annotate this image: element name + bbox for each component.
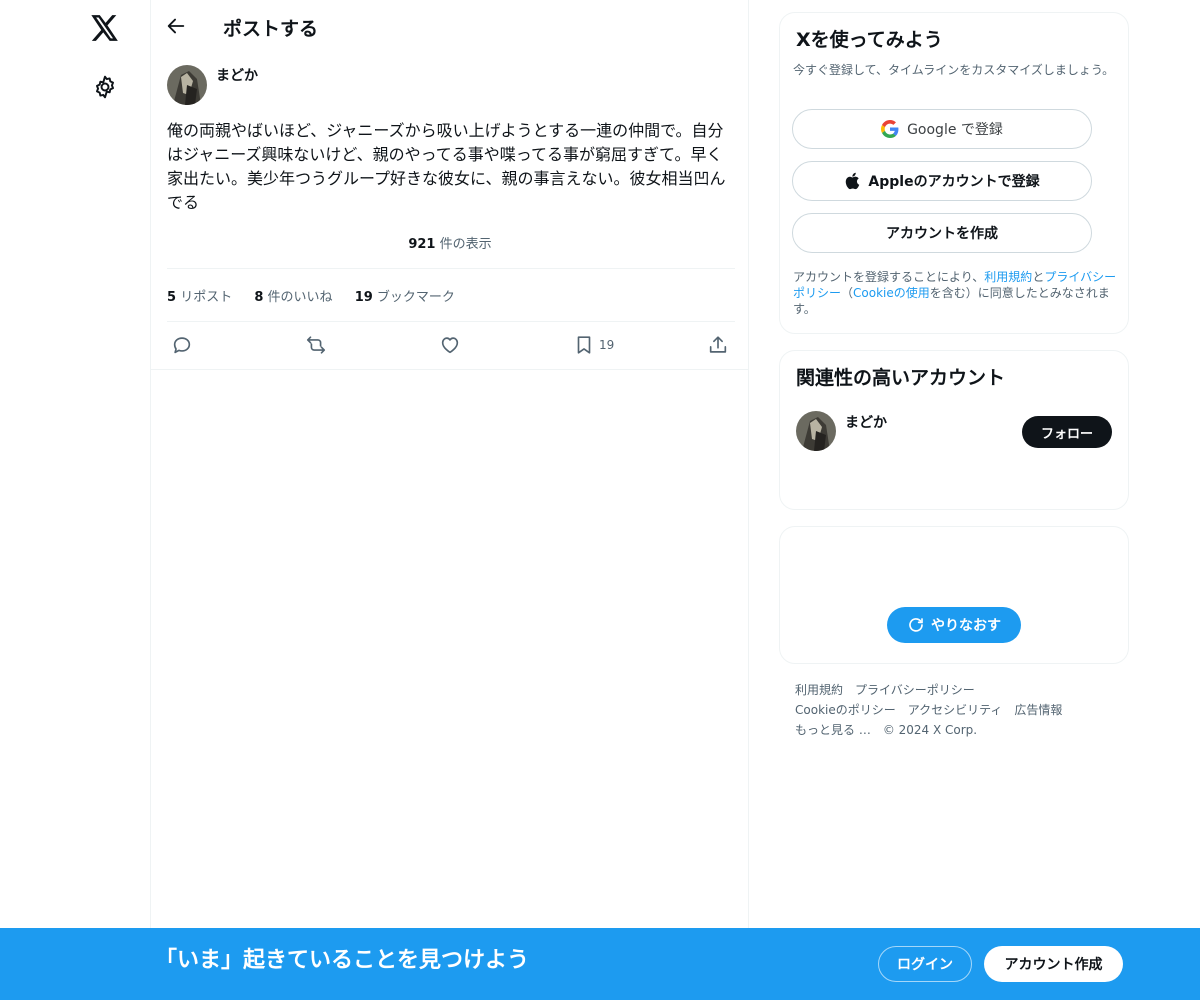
divider (167, 321, 735, 322)
retry-button[interactable]: やりなおす (887, 607, 1021, 643)
bookmark-action-count: 19 (599, 338, 615, 352)
arrow-left-icon[interactable] (165, 15, 189, 39)
footer-cookie-link[interactable]: Cookieのポリシー (795, 703, 896, 717)
repost-button[interactable] (305, 333, 327, 357)
google-signup-label: Google で登録 (907, 122, 1003, 138)
related-account-name[interactable]: まどか (845, 412, 887, 432)
avatar[interactable] (167, 65, 207, 105)
repost-label: リポスト (180, 290, 233, 305)
banner-text: 「いま」起きていることを見つけよう (155, 948, 530, 973)
view-count-label: 件の表示 (439, 237, 492, 252)
refresh-icon (909, 618, 923, 632)
gear-icon[interactable] (92, 74, 118, 100)
like-label: 件のいいね (267, 290, 333, 305)
apple-icon (846, 172, 860, 190)
repost-stat[interactable]: 5 リポスト (167, 290, 232, 305)
legal-text: （ (841, 286, 854, 300)
signup-button[interactable]: アカウント作成 (984, 946, 1123, 982)
bookmark-count: 19 (354, 290, 373, 305)
retry-label: やりなおす (931, 618, 1001, 634)
footer-accessibility-link[interactable]: アクセシビリティ (908, 703, 1003, 717)
repost-count: 5 (167, 290, 177, 305)
page-header: ポストする (151, 0, 749, 53)
page-title: ポストする (223, 18, 319, 40)
post-author[interactable]: まどか (167, 65, 258, 105)
share-button[interactable] (707, 333, 729, 357)
footer-ads-link[interactable]: 広告情報 (1014, 703, 1062, 717)
like-button[interactable] (439, 333, 461, 357)
author-name[interactable]: まどか (216, 65, 258, 85)
apple-signup-button[interactable]: Appleのアカウントで登録 (792, 161, 1092, 201)
main-column: ポストする まどか 俺の両親やばいほど、ジャニーズから吸い上げようとする一連の仲… (150, 0, 749, 1000)
repost-icon (306, 336, 326, 354)
legal-text: アカウントを登録することにより、 (793, 270, 985, 284)
view-count-number: 921 (408, 237, 436, 252)
footer-privacy-link[interactable]: プライバシーポリシー (855, 683, 975, 697)
footer-terms-link[interactable]: 利用規約 (795, 683, 843, 697)
signup-card-subtitle: 今すぐ登録して、タイムラインをカスタマイズしましょう。 (793, 63, 1115, 77)
signup-card: Xを使ってみよう 今すぐ登録して、タイムラインをカスタマイズしましょう。 Goo… (779, 12, 1129, 334)
legal-notice: アカウントを登録することにより、利用規約とプライバシーポリシー（Cookieの使… (793, 269, 1119, 317)
create-account-label: アカウントを作成 (886, 226, 998, 242)
post-actions: 19 (167, 333, 735, 359)
google-icon (881, 120, 899, 138)
bottom-banner: 「いま」起きていることを見つけよう ログイン アカウント作成 (0, 928, 1200, 1000)
avatar[interactable] (796, 411, 836, 451)
view-count: 921 件の表示 (151, 233, 749, 252)
google-signup-button[interactable]: Google で登録 (792, 109, 1092, 149)
follow-button[interactable]: フォロー (1022, 416, 1112, 448)
cookie-link[interactable]: Cookieの使用 (853, 286, 930, 300)
like-stat[interactable]: 8 件のいいね (254, 290, 332, 305)
reply-icon (173, 337, 191, 354)
legal-text: と (1032, 270, 1045, 284)
bookmark-stat[interactable]: 19 ブックマーク (355, 290, 455, 305)
like-count: 8 (254, 290, 264, 305)
post-text: 俺の両親やばいほど、ジャニーズから吸い上げようとする一連の仲間で。自分はジャニー… (167, 121, 726, 212)
related-accounts-title: 関連性の高いアカウント (796, 367, 1006, 389)
footer-links: 利用規約 プライバシーポリシー Cookieのポリシー アクセシビリティ 広告情報 も… (795, 680, 1125, 740)
related-accounts-card: 関連性の高いアカウント まどか フォロー (779, 350, 1129, 510)
reply-button[interactable] (171, 333, 193, 357)
copyright: © 2024 X Corp. (882, 723, 978, 737)
post-stats: 5 リポスト 8 件のいいね 19 ブックマーク (167, 286, 473, 305)
divider (167, 268, 735, 269)
divider (151, 369, 749, 370)
create-account-button[interactable]: アカウントを作成 (792, 213, 1092, 253)
x-logo-icon[interactable] (90, 13, 120, 43)
signup-card-title: Xを使ってみよう (796, 29, 943, 51)
login-button[interactable]: ログイン (878, 946, 972, 982)
footer-more-link[interactable]: もっと見る … (795, 723, 871, 737)
terms-link[interactable]: 利用規約 (984, 270, 1032, 284)
bookmark-icon (577, 336, 591, 354)
left-nav (0, 0, 150, 1000)
heart-icon (441, 337, 459, 354)
bookmark-button[interactable]: 19 (573, 333, 614, 357)
trends-card: やりなおす (779, 526, 1129, 664)
bookmark-label: ブックマーク (376, 290, 455, 305)
apple-signup-label: Appleのアカウントで登録 (868, 174, 1040, 190)
share-icon (709, 336, 727, 353)
